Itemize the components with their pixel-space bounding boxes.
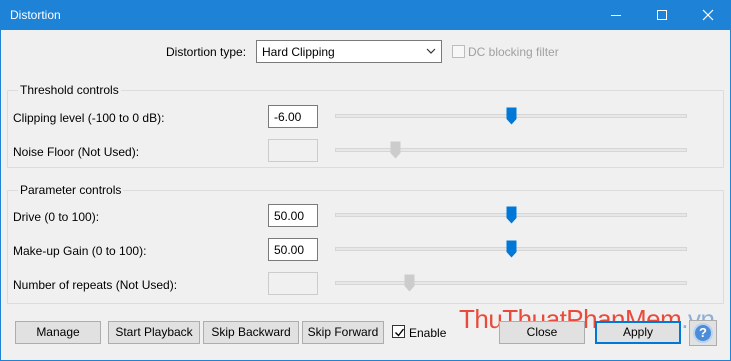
- repeats-field[interactable]: [268, 272, 318, 295]
- start-playback-button[interactable]: Start Playback: [108, 321, 200, 344]
- minimize-button[interactable]: [593, 0, 639, 30]
- repeats-input[interactable]: [269, 273, 317, 294]
- distortion-type-dropdown[interactable]: Hard Clipping: [256, 40, 442, 63]
- enable-label: Enable: [409, 326, 447, 340]
- makeup-gain-slider-thumb[interactable]: [506, 240, 517, 258]
- dialog-body: Distortion type: Hard Clipping DC blocki…: [0, 30, 731, 361]
- clipping-level-field[interactable]: [268, 105, 318, 128]
- repeats-slider-thumb[interactable]: [404, 274, 415, 292]
- help-icon: ?: [693, 323, 713, 343]
- drive-slider[interactable]: [335, 206, 687, 224]
- repeats-slider[interactable]: [335, 274, 687, 292]
- threshold-controls-title: Threshold controls: [18, 83, 121, 97]
- skip-forward-button[interactable]: Skip Forward: [302, 321, 384, 344]
- manage-button[interactable]: Manage: [15, 321, 101, 344]
- distortion-type-label: Distortion type:: [166, 45, 247, 59]
- distortion-type-value: Hard Clipping: [262, 45, 335, 59]
- noise-floor-slider[interactable]: [335, 141, 687, 159]
- dc-blocking-label: DC blocking filter: [468, 45, 559, 59]
- checkmark-icon: [395, 328, 405, 337]
- repeats-label: Number of repeats (Not Used):: [13, 278, 178, 292]
- title-bar: Distortion: [0, 0, 731, 30]
- chevron-down-icon: [426, 48, 436, 54]
- close-window-button[interactable]: [685, 0, 731, 30]
- noise-floor-slider-thumb[interactable]: [390, 141, 401, 159]
- parameter-controls-title: Parameter controls: [18, 183, 124, 197]
- maximize-button[interactable]: [639, 0, 685, 30]
- enable-checkbox[interactable]: [392, 325, 405, 338]
- makeup-gain-label: Make-up Gain (0 to 100):: [13, 244, 147, 258]
- makeup-gain-slider[interactable]: [335, 240, 687, 258]
- help-button[interactable]: ?: [689, 320, 717, 346]
- skip-backward-button[interactable]: Skip Backward: [203, 321, 299, 344]
- makeup-gain-field[interactable]: [268, 238, 318, 261]
- drive-input[interactable]: [269, 205, 317, 226]
- minimize-icon: [611, 15, 621, 16]
- noise-floor-input[interactable]: [269, 140, 317, 161]
- noise-floor-field[interactable]: [268, 139, 318, 162]
- drive-slider-thumb[interactable]: [506, 206, 517, 224]
- clipping-level-label: Clipping level (-100 to 0 dB):: [13, 111, 165, 125]
- drive-field[interactable]: [268, 204, 318, 227]
- clipping-level-slider[interactable]: [335, 107, 687, 125]
- makeup-gain-input[interactable]: [269, 239, 317, 260]
- clipping-level-slider-thumb[interactable]: [506, 107, 517, 125]
- close-button[interactable]: Close: [499, 321, 585, 344]
- clipping-level-input[interactable]: [269, 106, 317, 127]
- noise-floor-label: Noise Floor (Not Used):: [13, 145, 140, 159]
- apply-button[interactable]: Apply: [595, 321, 681, 344]
- maximize-icon: [657, 10, 667, 20]
- close-icon: [702, 9, 714, 21]
- dc-blocking-checkbox[interactable]: [452, 45, 465, 58]
- window-title: Distortion: [10, 8, 61, 22]
- drive-label: Drive (0 to 100):: [13, 210, 100, 224]
